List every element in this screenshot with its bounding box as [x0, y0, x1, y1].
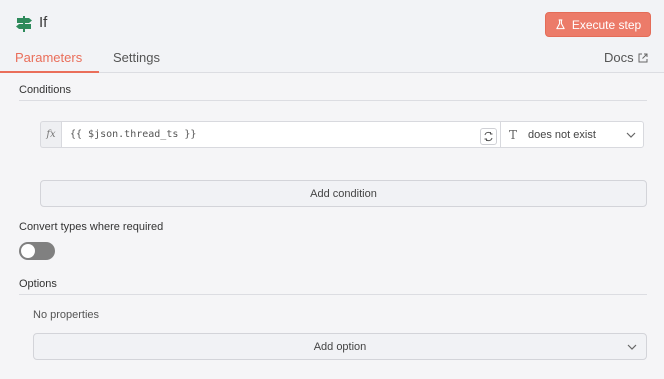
no-properties-text: No properties [33, 309, 100, 321]
flask-icon [556, 19, 565, 30]
drag-mapping-icon[interactable] [480, 128, 497, 145]
fx-icon: fx [40, 121, 61, 148]
add-condition-button[interactable]: Add condition [40, 180, 647, 207]
swap-icon [484, 131, 493, 142]
convert-types-label: Convert types where required [19, 221, 164, 233]
execute-step-button[interactable]: Execute step [545, 12, 651, 37]
condition-operator-select[interactable]: T does not exist [500, 121, 644, 148]
docs-link[interactable]: Docs [604, 50, 648, 65]
options-divider [19, 294, 647, 295]
chevron-down-icon [627, 344, 637, 350]
add-condition-label: Add condition [310, 187, 377, 200]
conditions-heading: Conditions [19, 84, 71, 96]
node-title: If [39, 14, 48, 31]
toggle-knob [21, 244, 35, 258]
docs-label: Docs [604, 50, 634, 65]
chevron-down-icon [626, 132, 636, 138]
execute-step-label: Execute step [571, 17, 642, 32]
tab-parameters[interactable]: Parameters [15, 50, 82, 65]
tab-settings[interactable]: Settings [113, 50, 160, 65]
add-option-label: Add option [313, 340, 367, 353]
options-heading: Options [19, 278, 57, 290]
external-link-icon [638, 53, 648, 62]
operator-label: does not exist [528, 128, 596, 141]
node-header: If Execute step Parameters Settings Docs [0, 0, 664, 73]
conditions-divider [19, 100, 647, 101]
active-tab-indicator [0, 71, 99, 73]
string-type-icon: T [509, 127, 518, 142]
condition-expression-input[interactable]: {{ $json.thread_ts }} [61, 121, 538, 148]
add-option-dropdown[interactable]: Add option [33, 333, 647, 360]
signpost-icon [16, 16, 32, 32]
convert-types-toggle[interactable] [19, 242, 55, 260]
